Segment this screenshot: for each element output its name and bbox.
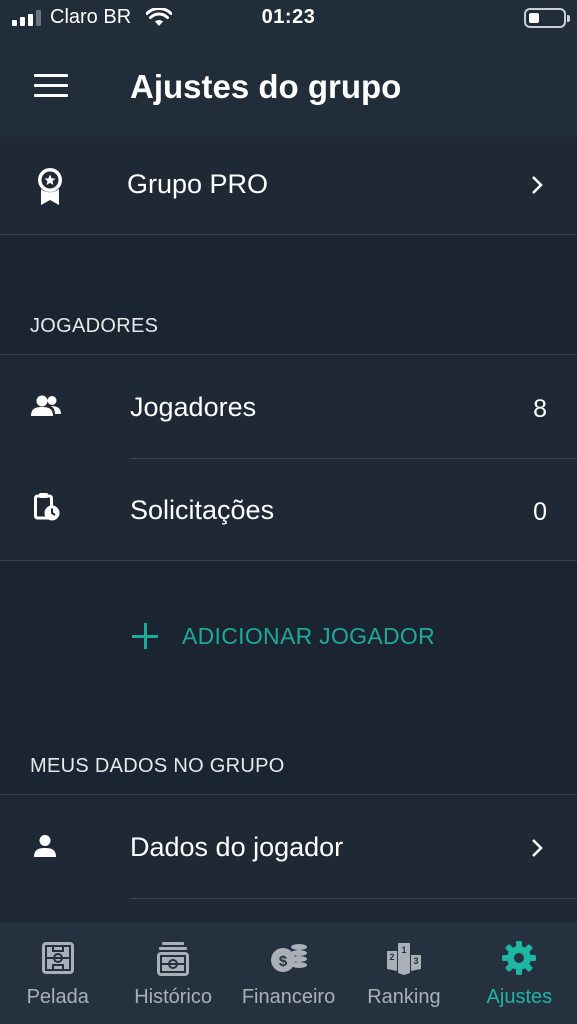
add-player-button[interactable]: ADICIONAR JOGADOR [132, 616, 435, 656]
tab-ajustes-label: Ajustes [486, 986, 553, 1008]
svg-text:2: 2 [389, 952, 394, 962]
section-header-meus-dados: MEUS DADOS NO GRUPO [30, 755, 285, 777]
jogadores-row[interactable]: Jogadores 8 [0, 355, 577, 458]
solicitacoes-row[interactable]: Solicitações 0 [0, 459, 577, 562]
field-icon [41, 942, 74, 974]
svg-text:1: 1 [401, 945, 406, 955]
grupo-pro-row[interactable]: Grupo PRO [0, 137, 577, 235]
tab-historico[interactable]: Histórico [115, 923, 230, 1024]
grupo-pro-label: Grupo PRO [127, 169, 269, 199]
add-player-label: ADICIONAR JOGADOR [182, 622, 436, 649]
tab-pelada[interactable]: Pelada [0, 923, 115, 1024]
tab-bar: Pelada Histórico $ Financeiro 1 2 3 Rank… [0, 923, 577, 1024]
tab-pelada-label: Pelada [26, 986, 89, 1008]
tab-financeiro-label: Financeiro [241, 986, 336, 1008]
solicitacoes-count: 0 [533, 498, 547, 526]
battery-icon [524, 8, 570, 28]
people-icon [31, 395, 61, 416]
podium-icon: 1 2 3 [386, 943, 421, 975]
dados-do-jogador-row[interactable]: Dados do jogador [0, 795, 577, 898]
chevron-right-icon [532, 176, 543, 194]
svg-text:3: 3 [413, 956, 418, 966]
award-ribbon-icon [38, 168, 62, 205]
tab-ajustes[interactable]: Ajustes [462, 923, 577, 1024]
status-bar: Claro BR 01:23 [0, 0, 577, 40]
status-time: 01:23 [261, 6, 316, 28]
coins-icon: $ [270, 944, 307, 972]
tab-financeiro[interactable]: $ Financeiro [231, 923, 346, 1024]
clipboard-clock-icon [34, 493, 60, 521]
jogadores-label: Jogadores [130, 392, 257, 422]
tab-ranking[interactable]: 1 2 3 Ranking [346, 923, 461, 1024]
tab-ranking-label: Ranking [367, 986, 441, 1008]
menu-button[interactable] [34, 74, 68, 100]
section-header-jogadores: JOGADORES [30, 315, 159, 337]
history-field-icon [157, 942, 190, 976]
jogadores-count: 8 [533, 395, 547, 423]
meus-dados-group: Dados do jogador [0, 794, 577, 934]
solicitacoes-label: Solicitações [130, 495, 275, 525]
divider [130, 898, 577, 899]
app-header: Claro BR 01:23 Ajustes do grupo [0, 0, 577, 137]
chevron-right-icon [532, 839, 543, 857]
dados-do-jogador-label: Dados do jogador [130, 832, 344, 862]
page-title: Ajustes do grupo [130, 68, 402, 105]
gear-icon [502, 941, 537, 975]
tab-historico-label: Histórico [134, 986, 212, 1008]
plus-icon [132, 623, 158, 649]
person-icon [34, 835, 56, 857]
svg-text:$: $ [278, 953, 287, 970]
jogadores-group: Jogadores 8 Solicitações 0 [0, 354, 577, 561]
